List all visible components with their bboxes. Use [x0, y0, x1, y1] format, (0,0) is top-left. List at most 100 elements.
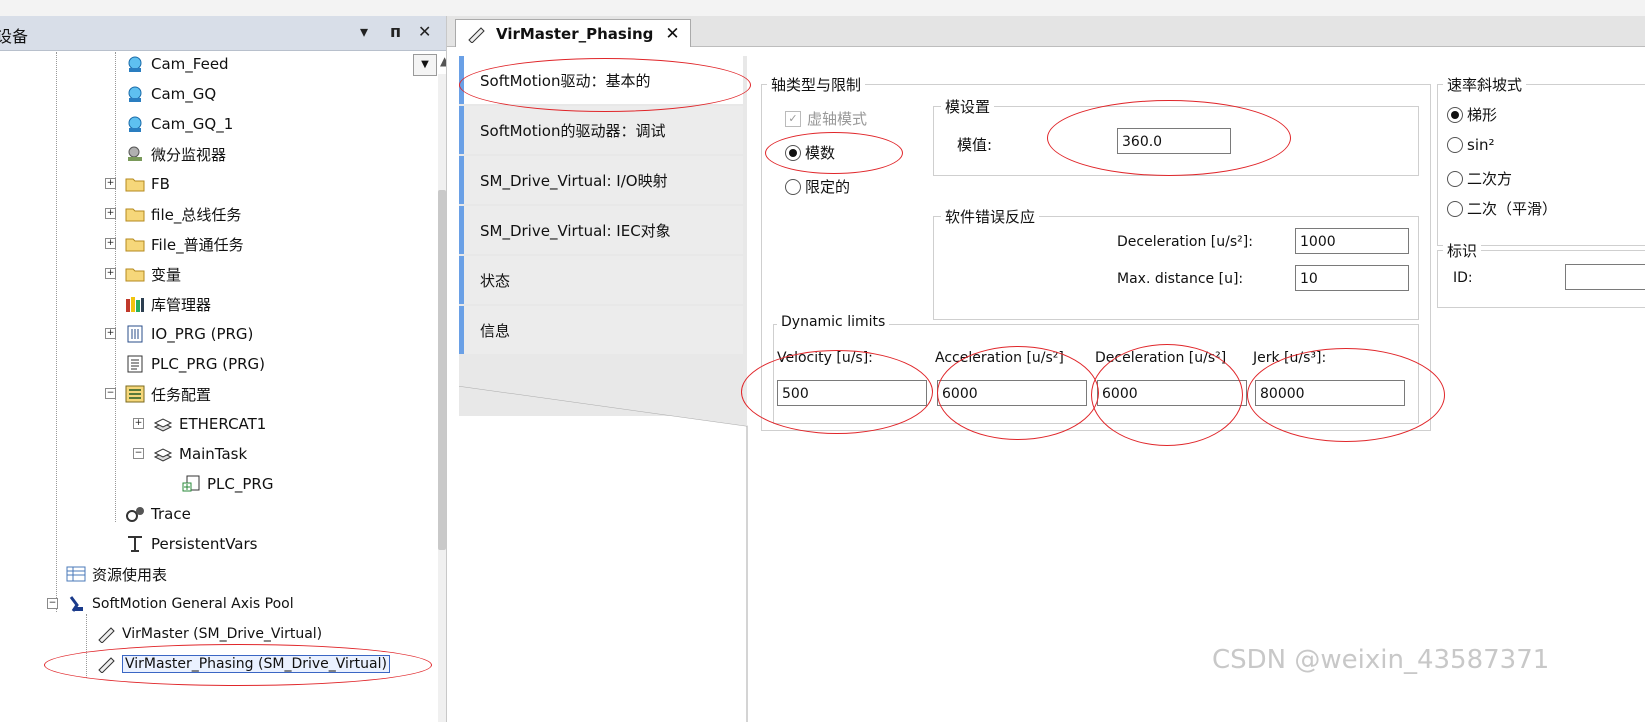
deceleration-input[interactable]: 6000 — [1097, 380, 1247, 406]
tree-item[interactable]: IO_PRG (PRG) — [125, 322, 253, 346]
expand-icon[interactable]: + — [105, 208, 116, 219]
jerk-label: Jerk [u/s³]: — [1253, 350, 1327, 366]
identity-title: 标识 — [1443, 240, 1482, 261]
cam-icon — [125, 114, 145, 134]
tree-dropdown-button[interactable]: ▼ — [413, 54, 437, 76]
tree-item-label: Cam_Feed — [151, 55, 229, 73]
tree-item-label: PLC_PRG — [207, 475, 274, 493]
modulo-value-label: 模值: — [957, 136, 993, 154]
tree-item[interactable]: Cam_Feed — [125, 52, 229, 76]
sw-maxdist-label: Max. distance [u]: — [1117, 271, 1244, 287]
tree-item[interactable]: PLC_PRG — [181, 472, 273, 496]
tree-item-label: 微分监视器 — [151, 145, 227, 164]
monitor-icon — [125, 144, 145, 164]
collapse-icon[interactable]: − — [133, 448, 144, 459]
expand-icon[interactable]: + — [105, 268, 116, 279]
tree-scrollbar-thumb[interactable] — [438, 190, 446, 550]
watermark: CSDN @weixin_43587371 — [1212, 645, 1550, 675]
tree-item[interactable]: PLC_PRG (PRG) — [125, 352, 265, 376]
tree-item[interactable]: VirMaster (SM_Drive_Virtual) — [96, 622, 322, 646]
id-input[interactable] — [1565, 264, 1645, 290]
tab-info[interactable]: 信息 — [459, 306, 743, 354]
tree-item[interactable]: Cam_GQ_1 — [125, 112, 233, 136]
folder-icon — [125, 264, 145, 284]
dynamic-limits-title: Dynamic limits — [777, 314, 890, 330]
velocity-label: Velocity [u/s]: — [777, 350, 873, 366]
tree-item[interactable]: 库管理器 — [125, 292, 211, 316]
tree-item[interactable]: 变量 — [125, 262, 181, 286]
expand-icon[interactable]: + — [105, 328, 116, 339]
task-icon — [153, 444, 173, 464]
jerk-input[interactable]: 80000 — [1255, 380, 1405, 406]
limited-radio[interactable]: 限定的 — [785, 176, 850, 197]
velocity-input[interactable]: 500 — [777, 380, 927, 406]
close-panel-icon[interactable]: ✕ — [418, 22, 431, 41]
expand-icon[interactable]: + — [105, 178, 116, 189]
sw-decel-input[interactable]: 1000 — [1295, 228, 1409, 254]
pin-icon[interactable]: ᴨ — [390, 22, 401, 41]
document-tab-title: VirMaster_Phasing — [496, 24, 654, 43]
side-tabs-fold — [459, 356, 748, 722]
ramp-sin2-radio[interactable]: sin² — [1447, 136, 1495, 154]
ramp-option-label: 二次（平滑） — [1467, 200, 1558, 218]
tree-item[interactable]: File_普通任务 — [125, 232, 244, 256]
tree-item[interactable]: 任务配置 — [125, 382, 211, 406]
persistent-vars-icon — [125, 534, 145, 554]
tree-guide-line — [86, 614, 87, 678]
tab-io-mapping[interactable]: SM_Drive_Virtual: I/O映射 — [459, 156, 743, 204]
document-tab[interactable]: VirMaster_Phasing ✕ — [455, 19, 691, 47]
ramp-quadratic-smooth-radio[interactable]: 二次（平滑） — [1447, 198, 1557, 219]
ramp-option-label: 梯形 — [1467, 106, 1498, 124]
ramp-trapezoid-radio[interactable]: 梯形 — [1447, 104, 1497, 125]
ramp-quadratic-radio[interactable]: 二次方 — [1447, 168, 1512, 189]
id-label: ID: — [1453, 270, 1473, 286]
radio-icon — [1447, 170, 1463, 187]
virtual-mode-checkbox[interactable]: ✓ 虚轴模式 — [785, 108, 867, 129]
modulo-radio[interactable]: 模数 — [785, 142, 835, 163]
folder-icon — [125, 234, 145, 254]
acceleration-input[interactable]: 6000 — [937, 380, 1087, 406]
tree-item-label: SoftMotion General Axis Pool — [92, 596, 294, 612]
axis-pool-icon — [66, 594, 86, 614]
tree-item-label: MainTask — [179, 445, 248, 463]
axis-icon — [96, 624, 116, 644]
panel-menu-icon[interactable]: ▾ — [360, 22, 368, 41]
tree-item[interactable]: 资源使用表 — [66, 562, 167, 586]
folder-icon — [125, 174, 145, 194]
limited-label: 限定的 — [805, 178, 851, 196]
tree-item-label: VirMaster (SM_Drive_Virtual) — [122, 626, 323, 642]
devices-panel-title: 设备 — [0, 27, 29, 46]
tree-item[interactable]: ETHERCAT1 — [153, 412, 266, 436]
collapse-icon[interactable]: − — [47, 598, 58, 609]
tree-item-label: FB — [151, 175, 170, 193]
modulo-value-input[interactable]: 360.0 — [1117, 128, 1231, 154]
tree-item[interactable]: FB — [125, 172, 170, 196]
tree-item[interactable]: MainTask — [153, 442, 247, 466]
tab-label: SoftMotion的驱动器：调试 — [480, 121, 666, 140]
expand-icon[interactable]: + — [105, 238, 116, 249]
tree-item[interactable]: SoftMotion General Axis Pool — [66, 592, 294, 616]
axis-icon — [466, 25, 486, 43]
tree-item[interactable]: Cam_GQ — [125, 82, 216, 106]
tree-item-selected[interactable]: VirMaster_Phasing (SM_Drive_Virtual) — [96, 652, 390, 676]
tree-item-label: IO_PRG (PRG) — [151, 325, 254, 343]
tab-status[interactable]: 状态 — [459, 256, 743, 304]
close-tab-icon[interactable]: ✕ — [665, 24, 679, 44]
ramp-type-title: 速率斜坡式 — [1443, 74, 1527, 95]
expand-icon[interactable]: + — [133, 418, 144, 429]
editor-area: VirMaster_Phasing ✕ SoftMotion驱动：基本的 Sof… — [446, 16, 1645, 722]
tab-commissioning[interactable]: SoftMotion的驱动器：调试 — [459, 106, 743, 154]
tab-basic[interactable]: SoftMotion驱动：基本的 — [459, 56, 743, 104]
tree-item[interactable]: Trace — [125, 502, 191, 526]
software-error-title: 软件错误反应 — [941, 206, 1040, 227]
collapse-icon[interactable]: − — [105, 388, 116, 399]
tree-item[interactable]: PersistentVars — [125, 532, 257, 556]
sw-maxdist-input[interactable]: 10 — [1295, 265, 1409, 291]
virtual-mode-label: 虚轴模式 — [807, 110, 868, 128]
tab-iec-objects[interactable]: SM_Drive_Virtual: IEC对象 — [459, 206, 743, 254]
radio-selected-icon — [785, 144, 801, 161]
tree-item-label: Cam_GQ — [151, 85, 217, 103]
tree-item[interactable]: 微分监视器 — [125, 142, 226, 166]
tree-item[interactable]: file_总线任务 — [125, 202, 241, 226]
tree-guide-line — [56, 52, 57, 612]
